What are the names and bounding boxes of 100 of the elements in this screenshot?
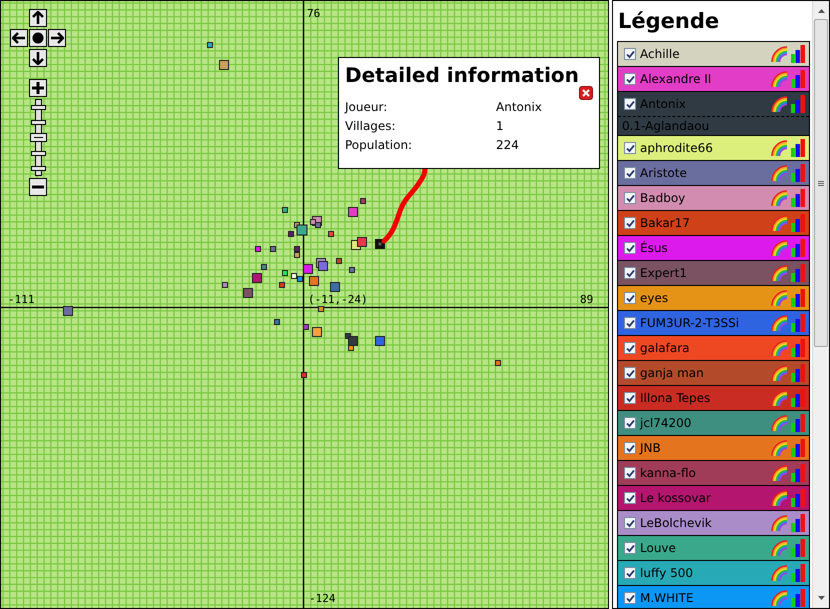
bar-chart-icon[interactable]	[791, 70, 805, 88]
checkbox[interactable]	[624, 492, 636, 504]
rainbow-icon[interactable]	[771, 290, 789, 306]
rainbow-icon[interactable]	[771, 46, 789, 62]
scroll-up-icon[interactable]	[818, 9, 824, 13]
checkbox[interactable]	[624, 48, 636, 60]
village-marker[interactable]	[375, 336, 385, 346]
checkbox[interactable]	[624, 217, 636, 229]
village-marker[interactable]	[349, 267, 355, 273]
village-marker[interactable]	[301, 372, 307, 378]
bar-chart-icon[interactable]	[791, 564, 805, 582]
zoom-slider[interactable]	[30, 99, 46, 176]
village-marker[interactable]	[348, 336, 358, 346]
village-marker[interactable]	[282, 207, 288, 213]
zoom-in-button[interactable]	[29, 79, 47, 97]
village-marker[interactable]	[294, 246, 300, 252]
center-button[interactable]	[29, 29, 47, 47]
rainbow-icon[interactable]	[771, 96, 789, 112]
village-marker[interactable]	[270, 246, 276, 252]
rainbow-icon[interactable]	[771, 490, 789, 506]
bar-chart-icon[interactable]	[791, 589, 805, 607]
bar-chart-icon[interactable]	[791, 289, 805, 307]
rainbow-icon[interactable]	[771, 265, 789, 281]
rainbow-icon[interactable]	[771, 240, 789, 256]
checkbox[interactable]	[624, 367, 636, 379]
bar-chart-icon[interactable]	[791, 139, 805, 157]
village-marker[interactable]	[310, 219, 316, 225]
village-marker[interactable]	[243, 288, 253, 298]
bar-chart-icon[interactable]	[791, 239, 805, 257]
village-marker[interactable]	[252, 273, 262, 283]
checkbox[interactable]	[624, 517, 636, 529]
village-marker[interactable]	[279, 282, 285, 288]
bar-chart-icon[interactable]	[791, 214, 805, 232]
bar-chart-icon[interactable]	[791, 164, 805, 182]
bar-chart-icon[interactable]	[791, 314, 805, 332]
bar-chart-icon[interactable]	[791, 189, 805, 207]
checkbox[interactable]	[624, 98, 636, 110]
close-button[interactable]	[579, 86, 593, 100]
bar-chart-icon[interactable]	[791, 514, 805, 532]
village-marker[interactable]	[274, 319, 280, 325]
checkbox[interactable]	[624, 73, 636, 85]
village-marker[interactable]	[288, 231, 294, 237]
checkbox[interactable]	[624, 292, 636, 304]
pan-down-button[interactable]	[29, 49, 47, 67]
village-marker[interactable]	[357, 237, 367, 247]
scrollbar-thumb[interactable]	[814, 19, 828, 347]
rainbow-icon[interactable]	[771, 465, 789, 481]
rainbow-icon[interactable]	[771, 390, 789, 406]
village-marker[interactable]	[309, 276, 319, 286]
village-marker[interactable]	[222, 282, 228, 288]
village-marker[interactable]	[495, 360, 501, 366]
village-marker[interactable]	[219, 60, 229, 70]
checkbox[interactable]	[624, 142, 636, 154]
village-marker[interactable]	[261, 264, 267, 270]
pan-left-button[interactable]	[10, 29, 28, 47]
rainbow-icon[interactable]	[771, 540, 789, 556]
village-marker[interactable]	[328, 231, 334, 237]
village-marker[interactable]	[255, 246, 261, 252]
checkbox[interactable]	[624, 567, 636, 579]
village-marker[interactable]	[297, 276, 303, 282]
rainbow-icon[interactable]	[771, 165, 789, 181]
zoom-slider-thumb[interactable]	[30, 133, 47, 142]
village-marker[interactable]	[282, 270, 288, 276]
bar-chart-icon[interactable]	[791, 539, 805, 557]
rainbow-icon[interactable]	[771, 590, 789, 606]
bar-chart-icon[interactable]	[791, 464, 805, 482]
bar-chart-icon[interactable]	[791, 389, 805, 407]
pan-right-button[interactable]	[48, 29, 66, 47]
bar-chart-icon[interactable]	[791, 264, 805, 282]
checkbox[interactable]	[624, 242, 636, 254]
scrollbar[interactable]	[812, 1, 829, 608]
rainbow-icon[interactable]	[771, 515, 789, 531]
checkbox[interactable]	[624, 417, 636, 429]
bar-chart-icon[interactable]	[791, 95, 805, 113]
checkbox[interactable]	[624, 317, 636, 329]
checkbox[interactable]	[624, 342, 636, 354]
checkbox[interactable]	[624, 592, 636, 604]
rainbow-icon[interactable]	[771, 315, 789, 331]
bar-chart-icon[interactable]	[791, 489, 805, 507]
village-marker[interactable]	[296, 224, 308, 236]
village-marker[interactable]	[312, 327, 322, 337]
checkbox[interactable]	[624, 542, 636, 554]
village-marker[interactable]	[207, 42, 213, 48]
rainbow-icon[interactable]	[771, 565, 789, 581]
rainbow-icon[interactable]	[771, 140, 789, 156]
checkbox[interactable]	[624, 392, 636, 404]
bar-chart-icon[interactable]	[791, 45, 805, 63]
rainbow-icon[interactable]	[771, 415, 789, 431]
village-marker[interactable]	[336, 258, 342, 264]
checkbox[interactable]	[624, 442, 636, 454]
bar-chart-icon[interactable]	[791, 364, 805, 382]
village-marker[interactable]	[291, 273, 297, 279]
scroll-down-icon[interactable]	[818, 596, 824, 600]
zoom-out-button[interactable]	[29, 178, 47, 196]
village-marker[interactable]	[318, 306, 324, 312]
village-marker[interactable]	[294, 252, 300, 258]
village-marker[interactable]	[315, 222, 321, 228]
village-marker[interactable]	[63, 306, 73, 316]
village-marker[interactable]	[360, 198, 366, 204]
rainbow-icon[interactable]	[771, 365, 789, 381]
